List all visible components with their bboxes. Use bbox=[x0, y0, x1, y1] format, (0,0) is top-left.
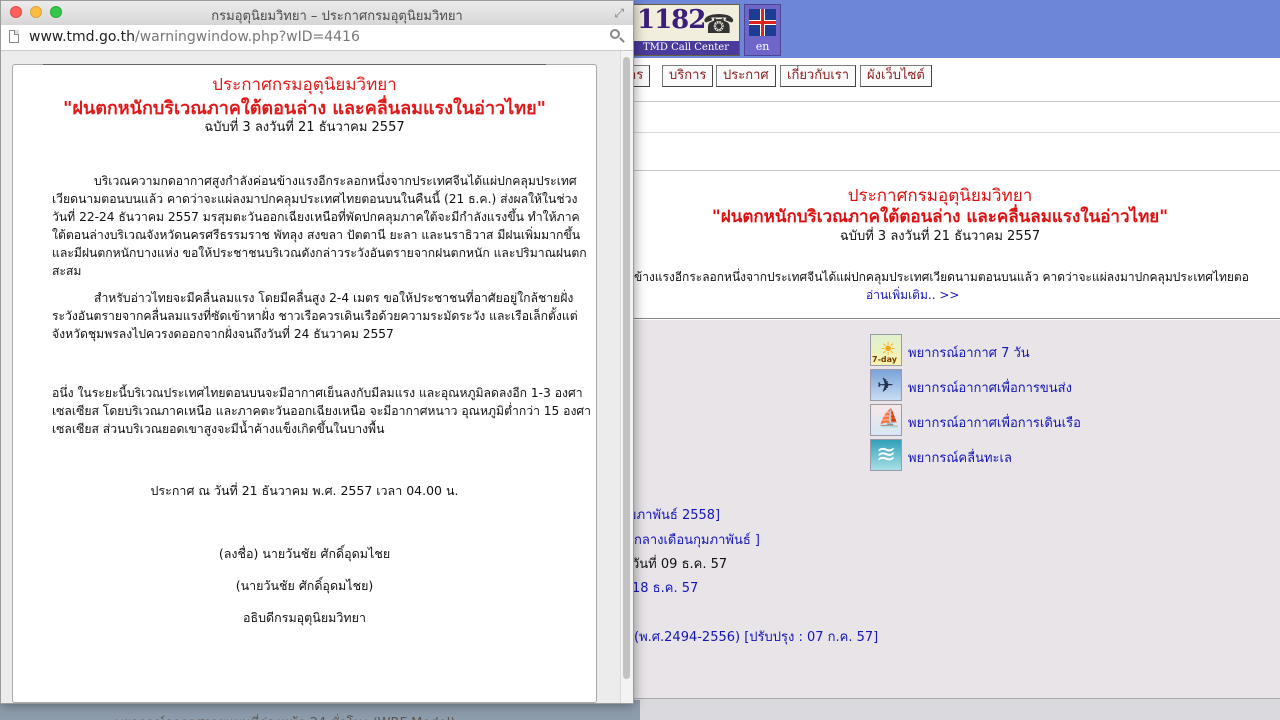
announcement-issue: ฉบับที่ 3 ลงวันที่ 21 ธันวาคม 2557 bbox=[204, 120, 405, 135]
address-bar[interactable]: www.tmd.go.th/warningwindow.php?wID=4416 bbox=[1, 25, 633, 51]
menu-item-services[interactable]: บริการ bbox=[662, 65, 714, 87]
menu-item-about[interactable]: เกี่ยวกับเรา bbox=[780, 65, 857, 87]
announcement-excerpt: ข้างแรงอีกระลอกหนึ่งจากประเทศจีนได้แผ่ปก… bbox=[634, 270, 1249, 284]
signer-title: อธิบดีกรมอุตุนิยมวิทยา bbox=[242, 610, 367, 625]
hotline-number: 1182 bbox=[637, 5, 706, 35]
minimize-window-button[interactable] bbox=[30, 6, 42, 18]
menu-item-sitemap[interactable]: ผังเว็บไซต์ bbox=[860, 65, 932, 87]
transport-forecast-icon bbox=[870, 369, 902, 401]
announcement-document: ประกาศกรมอุตุนิยมวิทยา "ฝนตกหนักบริเวณภา… bbox=[12, 64, 597, 703]
language-switch-english[interactable]: en bbox=[744, 4, 781, 56]
url-host: www.tmd.go.th bbox=[29, 29, 135, 45]
language-code: en bbox=[755, 40, 770, 53]
popup-content: ประกาศกรมอุตุนิยมวิทยา "ฝนตกหนักบริเวณภา… bbox=[1, 51, 623, 703]
zoom-icon[interactable] bbox=[609, 28, 625, 44]
list-item-text: วันที่ 09 ธ.ค. 57 bbox=[632, 557, 728, 572]
menu-item-announcements[interactable]: ประกาศ bbox=[716, 65, 776, 87]
fullscreen-icon[interactable]: ⤢ bbox=[614, 6, 624, 21]
window-titlebar[interactable]: กรมอุตุนิยมวิทยา – ประกาศกรมอุตุนิยมวิทย… bbox=[1, 1, 633, 26]
list-item-link[interactable]: มภาพันธ์ 2558] bbox=[628, 504, 720, 525]
uk-flag-icon bbox=[749, 9, 776, 36]
scrollbar-thumb[interactable] bbox=[623, 57, 630, 679]
page-icon bbox=[9, 30, 19, 43]
announcement-paragraph-1: บริเวณความกดอากาศสูงกำลังค่อนข้างแรงอีกร… bbox=[52, 174, 587, 278]
telephone-icon: ☎ bbox=[702, 10, 735, 40]
seven-day-forecast-icon: 7-day bbox=[870, 334, 902, 366]
url-text[interactable]: www.tmd.go.th/warningwindow.php?wID=4416 bbox=[29, 29, 360, 45]
site-menu: าร บริการ ประกาศ เกี่ยวกับเรา ผังเว็บไซต… bbox=[600, 58, 1280, 94]
url-path: /warningwindow.php?wID=4416 bbox=[135, 29, 360, 45]
announcement-paragraph-3: อนึ่ง ในระยะนี้บริเวณประเทศไทยตอนบนจะมีอ… bbox=[52, 386, 592, 436]
site-footer-strip bbox=[600, 698, 1280, 720]
announcement-summary: ประกาศกรมอุตุนิยมวิทยา "ฝนตกหนักบริเวณภา… bbox=[600, 178, 1280, 319]
forecast-label: พยากรณ์อากาศเพื่อการเดินเรือ bbox=[908, 416, 1081, 431]
forecast-label: พยากรณ์อากาศ 7 วัน bbox=[908, 346, 1030, 361]
wave-forecast-icon bbox=[870, 439, 902, 471]
signature-line: (ลงชื่อ) นายวันชัย ศักดิ์อุดมไชย bbox=[218, 546, 391, 561]
call-center-label: TMD Call Center bbox=[633, 41, 739, 55]
list-item-link[interactable]: กลางเดือนกุมภาพันธ์ ] bbox=[634, 529, 760, 550]
divider bbox=[600, 318, 1280, 319]
call-center-banner[interactable]: 1182 ☎ TMD Call Center bbox=[632, 4, 740, 56]
seven-day-badge: 7-day bbox=[872, 355, 897, 364]
forecast-label: พยากรณ์คลื่นทะเล bbox=[908, 451, 1012, 466]
list-item-link[interactable]: 18 ธ.ค. 57 bbox=[632, 577, 698, 598]
marine-forecast-icon bbox=[870, 404, 902, 436]
close-window-button[interactable] bbox=[10, 6, 22, 18]
vertical-scrollbar[interactable] bbox=[620, 51, 633, 703]
content-panel: 7-day พยากรณ์อากาศ 7 วัน พยากรณ์อากาศเพื… bbox=[600, 320, 1280, 720]
signer-name: (นายวันชัย ศักดิ์อุดมไชย) bbox=[235, 578, 374, 593]
warning-popup-window: กรมอุตุนิยมวิทยา – ประกาศกรมอุตุนิยมวิทย… bbox=[0, 0, 634, 704]
site-band bbox=[600, 101, 1280, 171]
zoom-window-button[interactable] bbox=[50, 6, 62, 18]
declaration-date: ประกาศ ณ วันที่ 21 ธันวาคม พ.ศ. 2557 เวล… bbox=[150, 483, 459, 498]
announcement-issue: ฉบับที่ 3 ลงวันที่ 21 ธันวาคม 2557 bbox=[839, 229, 1041, 244]
window-title: กรมอุตุนิยมวิทยา – ประกาศกรมอุตุนิยมวิทย… bbox=[211, 9, 463, 24]
divider bbox=[43, 64, 546, 65]
read-more-link[interactable]: อ่านเพิ่มเติม.. >> bbox=[866, 286, 959, 305]
list-item-link[interactable]: (พ.ศ.2494-2556) [ปรับปรุง : 07 ก.ค. 57] bbox=[634, 626, 878, 647]
announcement-paragraph-2: สำหรับอ่าวไทยจะมีคลื่นลมแรง โดยมีคลื่นสู… bbox=[52, 291, 578, 341]
forecast-label: พยากรณ์อากาศเพื่อการขนส่ง bbox=[908, 381, 1072, 396]
partially-hidden-link[interactable]: พยากรณ์อากาศรายแผนที่ล่วงหน้า 24 ชั่วโมง… bbox=[115, 712, 455, 720]
